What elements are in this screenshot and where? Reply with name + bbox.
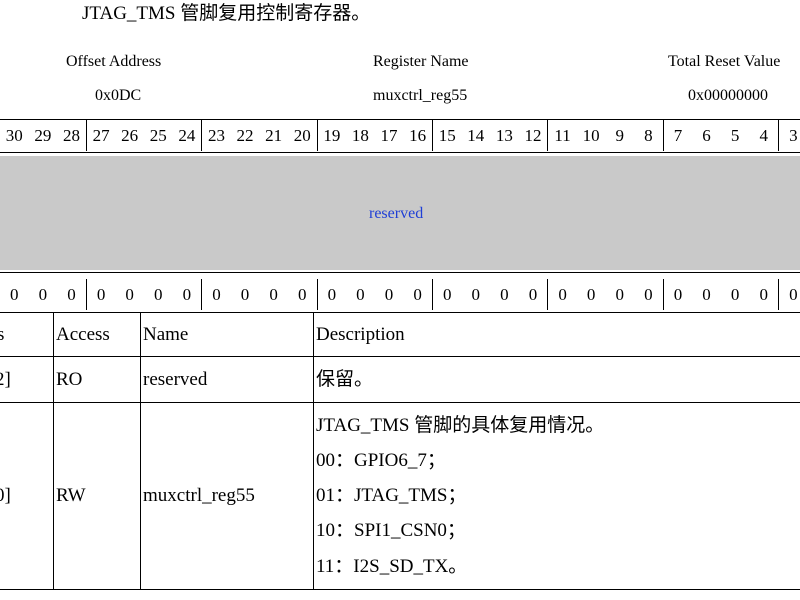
bit-number-cell: 8 — [644, 126, 653, 145]
reset-bit-cell: 0 — [644, 285, 653, 304]
row2-description-line: JTAG_TMS 管脚的具体复用情况。 — [316, 415, 605, 436]
bit-number-cell: 21 — [265, 126, 283, 145]
bit-number-cell: 3 — [789, 126, 798, 145]
reset-bit-cell: 0 — [96, 285, 106, 304]
reset-bit-cell: 0 — [528, 285, 538, 304]
bit-number-cell: 20 — [293, 126, 311, 145]
reset-bit-cell: 0 — [789, 285, 798, 304]
row1-name: reserved — [143, 369, 208, 390]
reset-value-label: Total Reset Value — [668, 53, 781, 70]
reset-value-value: 0x00000000 — [688, 87, 768, 104]
reset-bit-cell: 0 — [154, 285, 163, 304]
bit-number-cell: 4 — [759, 126, 768, 145]
bit-number-cell: 10 — [582, 126, 600, 145]
reset-bit-cell: 0 — [500, 285, 509, 304]
reset-bit-cell: 0 — [759, 285, 768, 304]
reset-bit-cell: 0 — [125, 285, 134, 304]
col-divider-3 — [313, 312, 314, 589]
bit-table-bottom-rule — [0, 312, 800, 313]
bit-number-bottom-rule — [0, 152, 800, 153]
row2-bits: 0] — [0, 485, 11, 506]
reset-bit-cell: 0 — [586, 285, 596, 304]
table-bottom-rule — [0, 589, 800, 590]
reserved-field: reserved — [0, 156, 800, 270]
table-row1-rule — [0, 402, 800, 403]
row2-description-line: 11：I2S_SD_TX。 — [316, 556, 468, 577]
reserved-bottom-rule — [0, 272, 800, 273]
bit-number-cell: 6 — [702, 126, 711, 145]
reset-bit-cell: 0 — [240, 285, 250, 304]
reset-bit-cell: 0 — [730, 285, 740, 304]
bit-number-cell: 30 — [5, 126, 23, 145]
header-access: Access — [56, 324, 110, 345]
row1-access: RO — [56, 369, 83, 390]
reset-bit-cell: 0 — [38, 285, 48, 304]
bit-number-cell: 15 — [438, 126, 456, 145]
reset-bit-cell: 0 — [471, 285, 481, 304]
register-name-label: Register Name — [373, 53, 469, 70]
row2-description-line: 10：SPI1_CSN0； — [316, 520, 466, 541]
reset-bit-cell: 0 — [558, 285, 567, 304]
bit-number-cell: 7 — [673, 126, 683, 145]
row1-description: 保留。 — [316, 369, 374, 390]
bit-number-cell: 17 — [380, 126, 398, 145]
reset-bit-cell: 0 — [182, 285, 192, 304]
bit-number-cell: 18 — [351, 126, 369, 145]
bit-number-cell: 25 — [149, 126, 167, 145]
row1-bits: 2] — [0, 369, 11, 390]
bit-number-cell: 29 — [34, 126, 52, 145]
bit-number-cell: 13 — [495, 126, 513, 145]
reset-bit-cell: 0 — [67, 285, 76, 304]
bit-number-cell: 28 — [62, 126, 80, 145]
bit-number-cell: 12 — [524, 126, 542, 145]
col-divider-2 — [140, 312, 141, 589]
reset-bit-cell: 0 — [673, 285, 683, 304]
reset-bit-cell: 0 — [297, 285, 307, 304]
reset-bit-cell: 0 — [384, 285, 394, 304]
reset-bit-cell: 0 — [413, 285, 422, 304]
bit-number-row: 30 29 28 27 26 25 24 23 22 21 20 19 18 17 16 15 14 13 12 11… — [0, 120, 800, 151]
reset-bit-cell: 0 — [442, 285, 452, 304]
reset-bit-cell: 0 — [212, 285, 221, 304]
reset-bit-cell: 0 — [615, 285, 625, 304]
bit-number-cell: 19 — [323, 126, 341, 145]
reset-bit-cell: 0 — [327, 285, 337, 304]
register-name-value: muxctrl_reg55 — [373, 87, 468, 104]
bit-number-cell: 24 — [178, 126, 196, 145]
reset-value-row: 0000000000000000000000000000 — [0, 279, 800, 310]
header-bits: s — [0, 324, 5, 345]
col-divider-1 — [53, 312, 54, 589]
bit-number-cell: 9 — [615, 126, 625, 145]
bit-number-cell: 23 — [207, 126, 225, 145]
bit-number-cell: 27 — [92, 126, 110, 145]
bit-number-cell: 16 — [409, 126, 427, 145]
bit-number-cell: 26 — [121, 126, 139, 145]
reset-bit-cell: 0 — [356, 285, 365, 304]
reset-bit-cell: 0 — [10, 285, 19, 304]
table-header-rule — [0, 356, 800, 357]
row2-description-line: 00：GPIO6_7； — [316, 450, 446, 471]
bit-number-cell: 22 — [236, 126, 254, 145]
bit-number-cell: 11 — [554, 126, 571, 145]
offset-address-value: 0x0DC — [95, 87, 142, 104]
bit-number-cell: 5 — [730, 126, 740, 145]
register-heading: JTAG_TMS 管脚复用控制寄存器。 — [82, 3, 371, 24]
reset-bit-cell: 0 — [269, 285, 278, 304]
row2-description-line: 01：JTAG_TMS； — [316, 485, 467, 506]
row2-name: muxctrl_reg55 — [143, 485, 255, 506]
offset-address-label: Offset Address — [66, 53, 162, 70]
reserved-field-label: reserved — [369, 205, 424, 222]
row2-access: RW — [56, 485, 86, 506]
bit-number-cell: 14 — [467, 126, 485, 145]
header-description: Description — [316, 324, 405, 345]
header-name: Name — [143, 324, 189, 345]
reset-bit-cell: 0 — [702, 285, 711, 304]
